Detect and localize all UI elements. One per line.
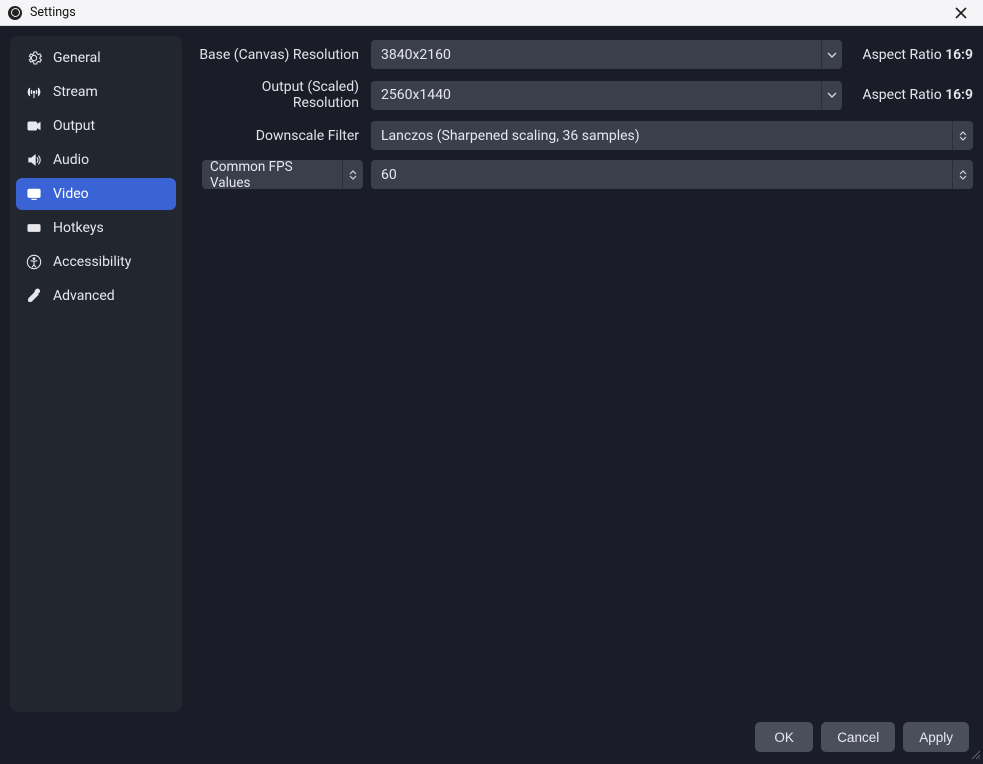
close-icon xyxy=(955,7,967,19)
downscale-label: Downscale Filter xyxy=(198,128,363,144)
aspect-label: Aspect Ratio xyxy=(862,87,941,103)
gear-icon xyxy=(26,50,42,66)
aspect-value: 16:9 xyxy=(945,47,973,63)
ok-button[interactable]: OK xyxy=(755,722,813,752)
chevron-down-icon xyxy=(349,175,357,180)
dialog-footer: OK Cancel Apply xyxy=(0,712,983,762)
downscale-combo[interactable]: Lanczos (Sharpened scaling, 36 samples) xyxy=(371,121,952,150)
chevron-down-icon xyxy=(959,175,967,180)
settings-content: Base (Canvas) Resolution 3840x2160 Aspec… xyxy=(198,36,973,712)
aspect-label: Aspect Ratio xyxy=(862,47,941,63)
output-res-combo[interactable]: 2560x1440 xyxy=(371,81,821,110)
window-title: Settings xyxy=(30,5,76,20)
audio-icon xyxy=(26,152,42,168)
titlebar: Settings xyxy=(0,0,983,26)
apply-button[interactable]: Apply xyxy=(903,722,969,752)
close-button[interactable] xyxy=(947,2,975,24)
accessibility-icon xyxy=(26,254,42,270)
keyboard-icon xyxy=(26,220,42,236)
fps-type-spin-button[interactable] xyxy=(342,160,363,189)
fps-value-spin-button[interactable] xyxy=(952,160,973,189)
app-icon xyxy=(8,6,22,20)
resize-grip[interactable] xyxy=(969,748,981,760)
output-res-aspect: Aspect Ratio 16:9 xyxy=(862,87,973,103)
aspect-value: 16:9 xyxy=(945,87,973,103)
chevron-down-icon xyxy=(827,90,837,100)
base-res-aspect: Aspect Ratio 16:9 xyxy=(862,47,973,63)
sidebar-item-accessibility[interactable]: Accessibility xyxy=(16,246,176,278)
sidebar-item-label: Accessibility xyxy=(53,254,131,270)
sidebar-item-label: General xyxy=(53,50,101,66)
sidebar-item-audio[interactable]: Audio xyxy=(16,144,176,176)
sidebar-item-label: Hotkeys xyxy=(53,220,104,236)
sidebar-item-general[interactable]: General xyxy=(16,42,176,74)
sidebar-item-label: Video xyxy=(53,186,89,202)
cancel-button[interactable]: Cancel xyxy=(821,722,895,752)
base-res-label: Base (Canvas) Resolution xyxy=(198,47,363,63)
monitor-icon xyxy=(26,186,42,202)
base-res-dropdown-button[interactable] xyxy=(821,40,842,69)
sidebar-item-output[interactable]: Output xyxy=(16,110,176,142)
settings-sidebar: General Stream Output Audio Video Hotkey… xyxy=(10,36,182,712)
tools-icon xyxy=(26,288,42,304)
chevron-down-icon xyxy=(827,50,837,60)
output-res-dropdown-button[interactable] xyxy=(821,81,842,110)
output-res-label: Output (Scaled) Resolution xyxy=(198,79,363,111)
output-icon xyxy=(26,118,42,134)
sidebar-item-label: Stream xyxy=(53,84,98,100)
sidebar-item-label: Advanced xyxy=(53,288,115,304)
downscale-spin-button[interactable] xyxy=(952,121,973,150)
sidebar-item-stream[interactable]: Stream xyxy=(16,76,176,108)
fps-type-combo[interactable]: Common FPS Values xyxy=(202,160,342,189)
sidebar-item-label: Output xyxy=(53,118,95,134)
antenna-icon xyxy=(26,84,42,100)
sidebar-item-hotkeys[interactable]: Hotkeys xyxy=(16,212,176,244)
base-res-combo[interactable]: 3840x2160 xyxy=(371,40,821,69)
fps-value-combo[interactable]: 60 xyxy=(371,160,952,189)
sidebar-item-label: Audio xyxy=(53,152,89,168)
sidebar-item-video[interactable]: Video xyxy=(16,178,176,210)
chevron-down-icon xyxy=(959,136,967,141)
sidebar-item-advanced[interactable]: Advanced xyxy=(16,280,176,312)
